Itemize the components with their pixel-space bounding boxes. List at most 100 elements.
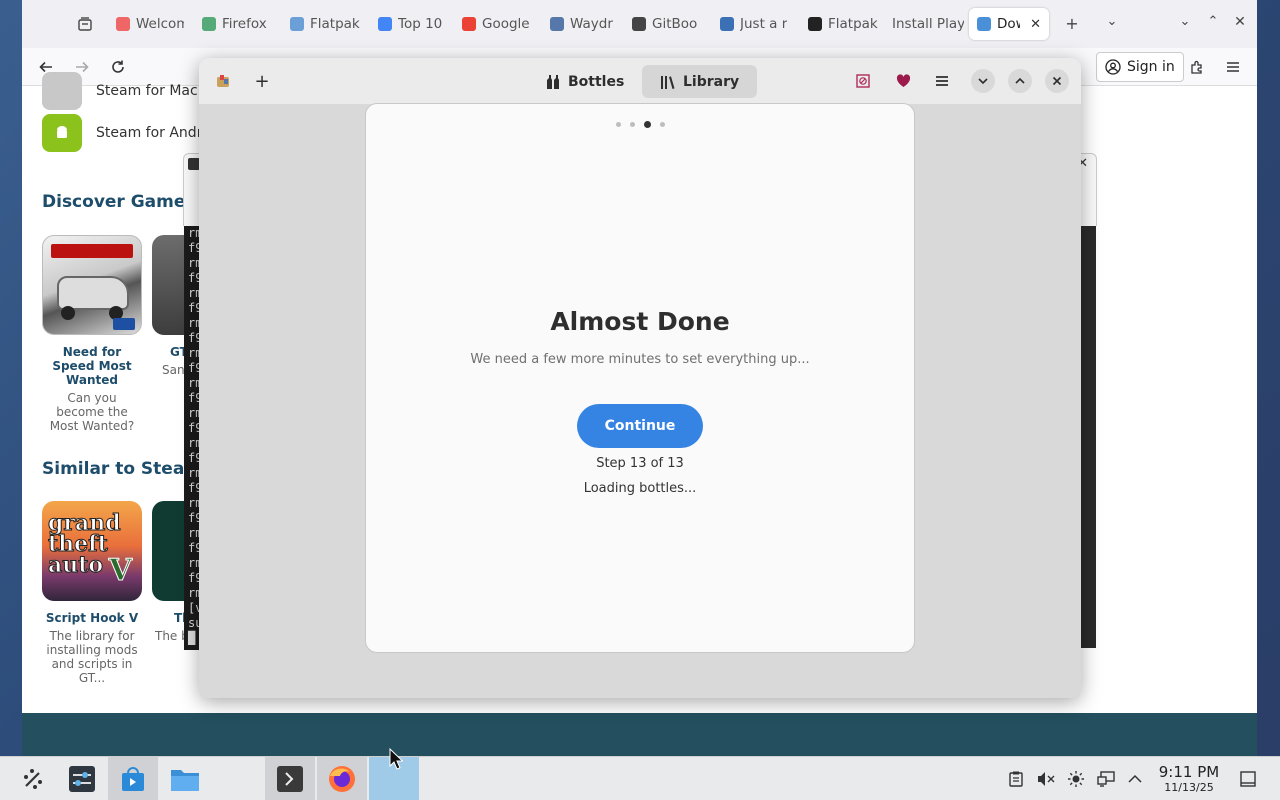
terminal-icon[interactable] [265,757,315,800]
tab-label: Welcom [136,16,184,32]
tab-favicon-icon [550,17,564,31]
tab-label: Flatpak [310,16,360,32]
clipboard-icon[interactable] [1006,770,1026,788]
tab-favicon-icon [808,17,822,31]
download-row-label: Steam for Mac [96,83,198,99]
page-dot[interactable] [615,122,621,127]
background-window-edge [1080,226,1096,648]
mouse-pointer-icon [389,747,404,774]
volume-muted-icon[interactable] [1036,770,1056,788]
taskbar: 9:11 PM 11/13/25 [0,756,1280,800]
browser-tab[interactable]: Flatpak [800,8,886,40]
browser-tab[interactable]: Flatpak [282,8,370,40]
onboarding-dialog: Almost Done We need a few more minutes t… [365,103,915,653]
add-icon[interactable]: + [250,69,274,93]
minimize-icon[interactable]: ⌄ [1175,14,1195,29]
bottles-window: + Bottles Library Almost Done We need a … [199,58,1081,698]
firefox-icon[interactable] [317,757,367,800]
continue-button[interactable]: Continue [577,404,703,448]
browser-tab[interactable]: Dow ✕ [969,8,1049,40]
browser-tab[interactable]: Welcom [108,8,192,40]
main-menu-icon[interactable] [930,69,954,93]
browser-tab[interactable]: Waydr [542,8,630,40]
browser-tab[interactable]: GitBoo [624,8,720,40]
menu-icon[interactable] [1221,56,1245,78]
download-row-mac[interactable]: Steam for Mac [42,72,198,110]
clock[interactable]: 9:11 PM 11/13/25 [1150,763,1228,794]
apple-icon [42,72,82,110]
tab-label: Top 10 [398,16,443,32]
page-footer [22,713,1257,756]
similar-heading: Similar to Steam [42,459,203,479]
tab-label: Firefox [222,16,267,32]
android-icon [42,114,82,152]
library-icon [661,75,675,89]
tab-label: Dow [997,16,1020,32]
tab-label: Install Play [892,16,964,32]
tab-bar: Welcom Firefox Flatpak Top 10 Google Waydr Git… [22,0,1257,48]
tab-list-icon[interactable] [72,12,98,36]
tab-favicon-icon [378,17,392,31]
tab-favicon-icon [720,17,734,31]
tab-favicon-icon [462,17,476,31]
extensions-icon[interactable] [1185,56,1209,78]
tab-favicon-icon [632,17,646,31]
minimize-icon[interactable] [971,69,995,93]
close-icon[interactable] [1045,69,1069,93]
browser-tab[interactable]: Firefox [194,8,280,40]
gta-v-thumbnail: grand theft auto V [42,501,142,601]
dialog-title: Almost Done [550,307,730,336]
show-hidden-tray-icon[interactable] [1125,770,1145,788]
app-card-nfs[interactable]: Need for Speed Most Wanted Can you becom… [42,235,142,433]
browser-tab[interactable]: Google [454,8,542,40]
app-card-desc: The library for installing mods and scri… [46,629,138,685]
donate-heart-icon[interactable] [891,69,915,93]
browser-tab[interactable]: Just a r [712,8,796,40]
dialog-subtitle: We need a few more minutes to set everyt… [470,352,810,367]
new-tab-icon[interactable]: + [1062,14,1082,33]
app-launcher-icon[interactable] [8,757,58,800]
bottles-view-icon [547,74,559,89]
network-icon[interactable] [1096,770,1116,788]
browser-tab[interactable]: Install Play [884,8,972,40]
tab-label: Just a r [740,16,788,32]
bottles-app-icon [211,69,235,93]
stop-icon[interactable] [851,69,875,93]
tab-label: GitBoo [652,16,698,32]
maximize-icon[interactable] [1008,69,1032,93]
view-library-label: Library [683,73,740,90]
page-indicator [366,121,914,128]
close-tab-icon[interactable]: ✕ [1030,17,1041,32]
download-row-android[interactable]: Steam for Android [42,114,223,152]
sign-in-label: Sign in [1127,59,1175,75]
tab-favicon-icon [116,17,130,31]
tab-label: Flatpak [828,16,878,32]
system-settings-icon[interactable] [57,757,107,800]
clock-date: 11/13/25 [1164,781,1214,794]
page-dot[interactable] [629,122,635,127]
file-manager-icon[interactable] [160,757,210,800]
view-bottles-button[interactable]: Bottles [527,65,642,98]
nfs-thumbnail [42,235,142,335]
view-library-button[interactable]: Library [642,65,758,98]
sign-in-button[interactable]: Sign in [1096,52,1184,82]
page-dot[interactable] [659,122,665,127]
show-desktop-icon[interactable] [1238,770,1258,788]
close-window-icon[interactable]: ✕ [1230,14,1250,30]
tab-label: Waydr [570,16,613,32]
tab-favicon-icon [977,17,991,31]
maximize-icon[interactable]: ⌃ [1203,14,1223,29]
bottles-headerbar: + Bottles Library [199,58,1081,104]
step-counter: Step 13 of 13 [596,456,684,471]
brightness-icon[interactable] [1066,770,1086,788]
discover-store-icon[interactable] [108,757,158,800]
app-card-script-hook[interactable]: grand theft auto V Script Hook V The libra… [42,501,142,685]
browser-tab[interactable]: Top 10 [370,8,454,40]
page-dot[interactable] [643,121,651,128]
tab-favicon-icon [290,17,304,31]
loading-status: Loading bottles... [583,481,697,496]
app-card-name: Script Hook V [45,611,139,625]
list-all-tabs-icon[interactable]: ⌄ [1102,14,1122,29]
account-icon [1105,59,1121,75]
view-bottles-label: Bottles [568,73,625,90]
